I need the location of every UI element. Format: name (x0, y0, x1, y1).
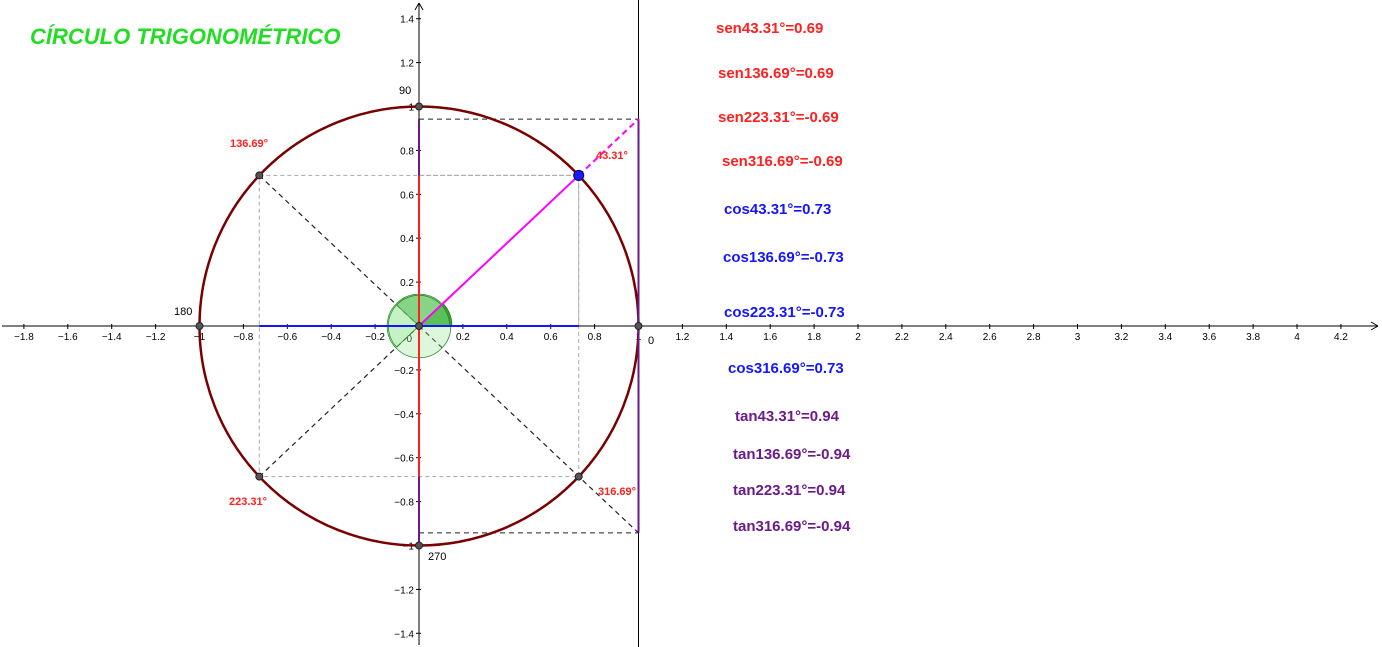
x-tick-label: 1.6 (763, 332, 777, 343)
x-tick-label: 4.2 (1334, 332, 1348, 343)
trig-values-panel: sen43.31°=0.69 sen136.69°=0.69 sen223.31… (716, 20, 851, 535)
x-tick-label: 0.4 (500, 332, 514, 343)
x-tick-label: 2.4 (939, 332, 953, 343)
radius-q2 (258, 174, 420, 327)
x-tick-label: 4 (1294, 332, 1300, 343)
y-tick-label: −1 (403, 542, 415, 553)
label-90: 90 (399, 85, 411, 97)
x-tick-label: 0.2 (456, 332, 470, 343)
angle-label-q4: 316.69° (598, 486, 636, 498)
angle-label-q2: 136.69° (230, 138, 268, 150)
x-tick-label: −0.2 (365, 332, 385, 343)
y-tick-label: 0.4 (400, 234, 414, 245)
y-tick-label: 0.6 (400, 190, 414, 201)
cos-value-q3: cos223.31°=-0.73 (724, 304, 845, 321)
y-tick-label: −0.4 (394, 410, 414, 421)
x-tick-label: 1.8 (807, 332, 821, 343)
label-270: 270 (428, 551, 446, 563)
y-tick-label: −0.8 (394, 498, 414, 509)
x-tick-label: −0.8 (234, 332, 254, 343)
x-tick-label: −0.6 (277, 332, 297, 343)
angle-point (573, 169, 585, 181)
sin-value-q1: sen43.31°=0.69 (716, 20, 823, 37)
tan-value-q2: tan136.69°=-0.94 (733, 446, 851, 463)
angle-label-q1: 43.31° (596, 150, 628, 162)
x-tick-label: −1.4 (102, 332, 122, 343)
x-tick-label: −1.6 (58, 332, 78, 343)
y-tick-label: −1.2 (394, 585, 414, 596)
x-tick-label: 3.4 (1158, 332, 1172, 343)
radius-q4-extended (418, 325, 639, 534)
x-tick-label: 0.6 (544, 332, 558, 343)
radius-extension (578, 118, 640, 177)
tan-value-q4: tan316.69°=-0.94 (733, 518, 851, 535)
sin-value-q4: sen316.69°=-0.69 (722, 153, 843, 170)
x-tick-label: −0.4 (321, 332, 341, 343)
x-tick-label: −1.8 (14, 332, 34, 343)
x-tick-label: 2.6 (983, 332, 997, 343)
y-tick-label: −0.6 (394, 454, 414, 465)
point-q4 (574, 472, 583, 481)
sin-value-q2: sen136.69°=0.69 (718, 65, 834, 82)
x-tick-label: 3.8 (1246, 332, 1260, 343)
sin-value-q3: sen223.31°=-0.69 (718, 109, 839, 126)
x-tick-label: 0.8 (588, 332, 602, 343)
x-tick-label: 3.6 (1202, 332, 1216, 343)
y-tick-label: 0.2 (400, 278, 414, 289)
y-tick-label: 1.4 (400, 15, 414, 26)
x-tick-label: 3 (1075, 332, 1081, 343)
y-tick-label: 1.2 (400, 59, 414, 70)
x-tick-label: 2 (855, 332, 861, 343)
y-tick-label: −1.4 (394, 629, 414, 640)
diagram-title: CÍRCULO TRIGONOMÉTRICO (30, 24, 340, 49)
x-tick-label: 2.8 (1027, 332, 1041, 343)
point-q2 (255, 171, 264, 180)
tan-value-q1: tan43.31°=0.94 (735, 408, 840, 425)
point-90 (415, 102, 423, 111)
x-tick-label: −1.2 (146, 332, 166, 343)
radius-line (418, 174, 580, 327)
angle-label-q3: 223.31° (229, 496, 267, 508)
label-180: 180 (174, 306, 192, 318)
cos-value-q2: cos136.69°=-0.73 (723, 249, 844, 266)
point-q3 (255, 472, 264, 481)
cos-value-q4: cos316.69°=0.73 (728, 360, 844, 377)
point-180 (195, 322, 204, 330)
y-tick-label: 1 (408, 103, 414, 114)
origin-point (415, 322, 423, 330)
y-tick-label: −0.2 (394, 366, 414, 377)
cos-value-q1: cos43.31°=0.73 (724, 201, 831, 218)
point-270 (415, 541, 423, 550)
tan-value-q3: tan223.31°=0.94 (733, 482, 846, 499)
label-0: 0 (648, 335, 654, 347)
y-tick-label: 0.8 (400, 146, 414, 157)
x-tick-label: 2.2 (895, 332, 909, 343)
x-tick-label: 1.4 (719, 332, 733, 343)
point-0 (634, 322, 643, 330)
x-tick-label: 1.2 (675, 332, 689, 343)
coordinate-axes: −1.8 −1.6 −1.4 −1.2 −1 −0.8 −0.6 −0.4 −0.2 0 0.2 0.… (2, 0, 1379, 647)
trig-circle-diagram: CÍRCULO TRIGONOMÉTRICO −1.8 −1.6 −1.4 −1.2−… (2, 0, 1379, 647)
x-tick-label: 3.2 (1114, 332, 1128, 343)
